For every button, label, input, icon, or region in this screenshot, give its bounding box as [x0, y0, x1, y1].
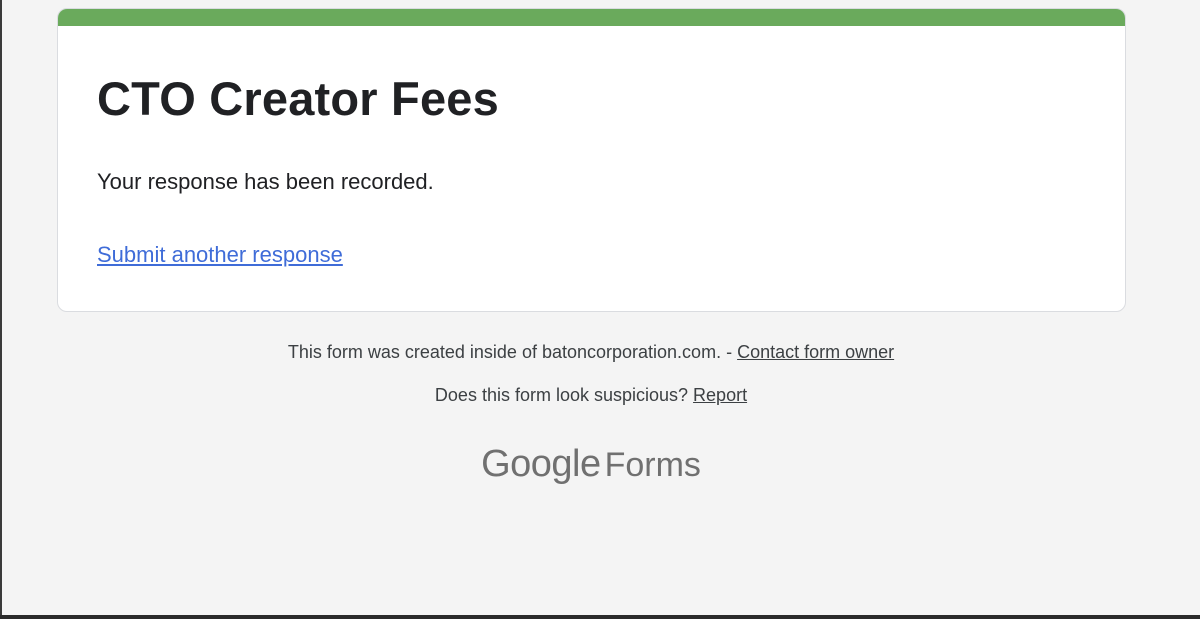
form-origin-notice: This form was created inside of batoncor…: [0, 342, 1182, 363]
form-origin-text: This form was created inside of batoncor…: [287, 342, 733, 362]
confirmation-card: CTO Creator Fees Your response has been …: [57, 8, 1126, 312]
contact-form-owner-link[interactable]: Contact form owner: [737, 342, 894, 362]
logo-forms-wordmark: Forms: [604, 446, 701, 484]
card-accent-bar: [58, 9, 1125, 26]
confirmation-message: Your response has been recorded.: [97, 169, 434, 194]
report-link[interactable]: Report: [693, 385, 747, 405]
window-border-left: [0, 0, 2, 619]
form-title: CTO Creator Fees: [97, 72, 499, 125]
logo-google-wordmark: Google: [481, 443, 601, 485]
window-border-bottom: [0, 615, 1200, 619]
suspicious-text: Does this form look suspicious?: [434, 385, 689, 405]
abuse-report-notice: Does this form look suspicious? Report: [0, 385, 1182, 406]
submit-another-response-link[interactable]: Submit another response: [97, 242, 343, 268]
google-forms-logo[interactable]: Google Forms: [0, 445, 1182, 483]
